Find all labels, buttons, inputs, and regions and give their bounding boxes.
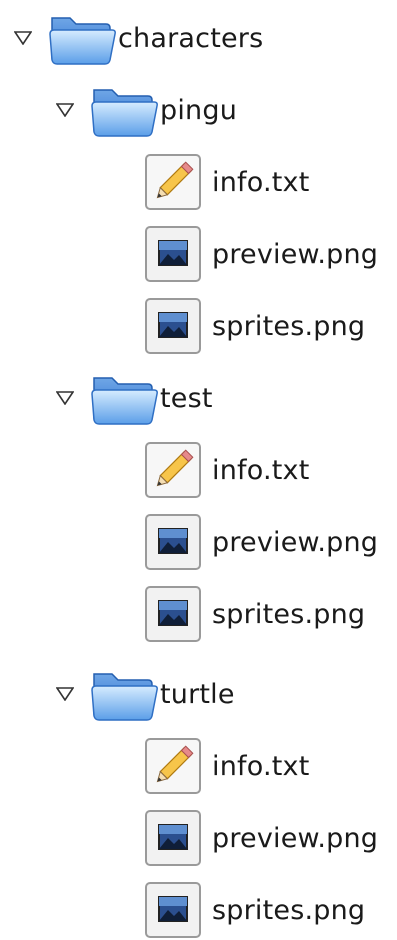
tree-node-pingu[interactable]: pingu	[54, 80, 237, 140]
tree-file-sprites-png[interactable]: sprites.png	[144, 296, 365, 356]
folder-label: turtle	[160, 678, 235, 710]
tree-file-info-txt[interactable]: info.txt	[144, 440, 310, 500]
folder-label: characters	[118, 22, 264, 54]
text-file-pencil-icon	[145, 154, 201, 210]
tree-file-preview-png[interactable]: preview.png	[144, 224, 378, 284]
folder-open-icon	[49, 17, 116, 65]
file-label: preview.png	[212, 526, 379, 558]
folder-open-icon	[91, 377, 158, 425]
file-label: sprites.png	[212, 598, 366, 630]
tree-file-preview-png[interactable]: preview.png	[144, 512, 378, 572]
file-label: info.txt	[212, 750, 310, 782]
image-file-icon	[145, 298, 201, 354]
expander-triangle-icon[interactable]	[54, 683, 76, 705]
tree-file-sprites-png[interactable]: sprites.png	[144, 584, 365, 644]
tree-file-info-txt[interactable]: info.txt	[144, 736, 310, 796]
image-file-icon	[145, 586, 201, 642]
tree-node-test[interactable]: test	[54, 368, 213, 428]
expander-triangle-icon[interactable]	[54, 387, 76, 409]
expander-triangle-icon[interactable]	[54, 99, 76, 121]
file-label: sprites.png	[212, 894, 366, 926]
image-file-icon	[145, 226, 201, 282]
tree-file-preview-png[interactable]: preview.png	[144, 808, 378, 868]
tree-file-sprites-png[interactable]: sprites.png	[144, 880, 365, 940]
image-file-icon	[145, 882, 201, 938]
text-file-pencil-icon	[145, 738, 201, 794]
tree-file-info-txt[interactable]: info.txt	[144, 152, 310, 212]
expander-triangle-icon[interactable]	[12, 27, 34, 49]
folder-open-icon	[91, 673, 158, 721]
file-label: preview.png	[212, 238, 379, 270]
folder-open-icon	[91, 89, 158, 137]
text-file-pencil-icon	[145, 442, 201, 498]
folder-label: pingu	[160, 94, 238, 126]
file-label: sprites.png	[212, 310, 366, 342]
file-label: info.txt	[212, 454, 310, 486]
image-file-icon	[145, 810, 201, 866]
tree-node-characters[interactable]: characters	[12, 8, 263, 68]
image-file-icon	[145, 514, 201, 570]
tree-node-turtle[interactable]: turtle	[54, 664, 235, 724]
folder-label: test	[160, 382, 213, 414]
file-label: preview.png	[212, 822, 379, 854]
file-label: info.txt	[212, 166, 310, 198]
